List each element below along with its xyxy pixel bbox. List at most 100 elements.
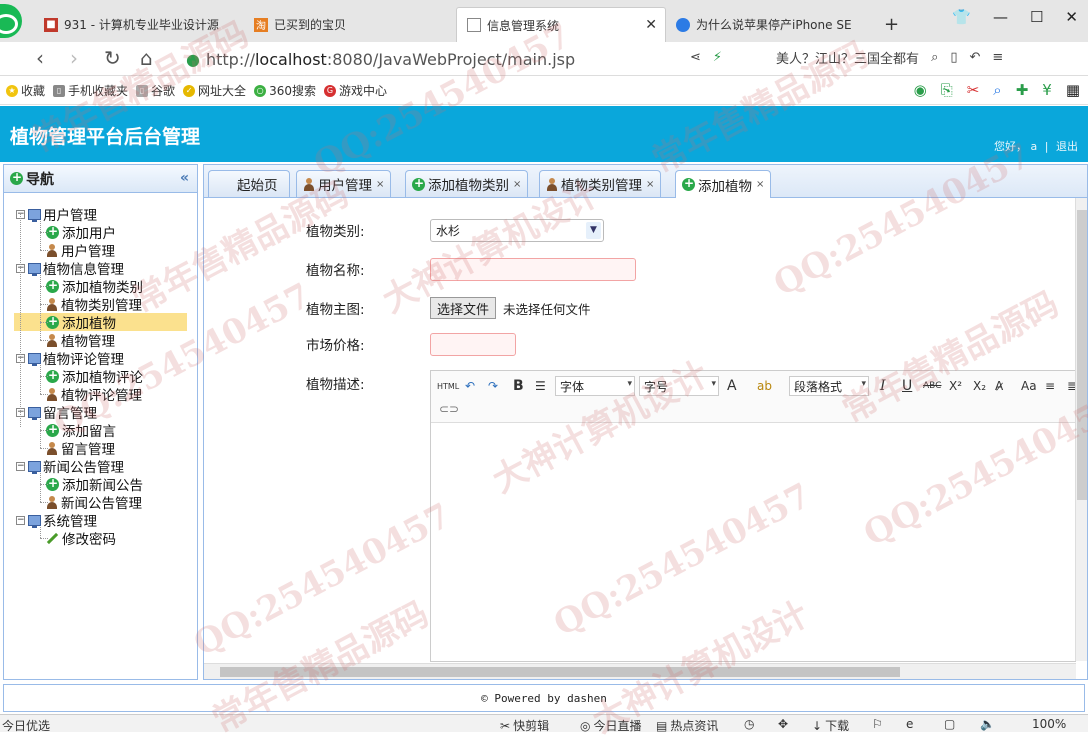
- ext-scissors-icon[interactable]: ✂: [967, 81, 980, 99]
- sidebar-item-1-1[interactable]: 植物类别管理: [14, 295, 142, 314]
- news-ticker[interactable]: 美人？江山？三国全都有: [776, 48, 919, 67]
- minimize-icon[interactable]: —: [993, 8, 1008, 26]
- refresh-icon[interactable]: ↻: [104, 46, 121, 70]
- sidebar-item-3-0[interactable]: 添加留言: [14, 421, 116, 440]
- plant-name-input[interactable]: [430, 258, 636, 281]
- sidebar-item-3-1[interactable]: 留言管理: [14, 439, 115, 458]
- browser-tab-4[interactable]: 为什么说苹果停产iPhone SE: [676, 7, 856, 42]
- close-tab-icon[interactable]: ✕: [645, 17, 657, 33]
- superscript-button[interactable]: X²: [949, 376, 962, 396]
- sidebar-item-4-0[interactable]: 添加新闻公告: [14, 475, 143, 494]
- bold-button[interactable]: B: [513, 376, 524, 396]
- status-item-download[interactable]: ↓ 下载: [812, 717, 849, 734]
- sidebar-item-2-0[interactable]: 添加植物评论: [14, 367, 143, 386]
- logout-link[interactable]: 退出: [1056, 140, 1078, 153]
- plant-type-select[interactable]: 水杉 ▼: [430, 219, 604, 242]
- shirt-icon[interactable]: 👕: [952, 8, 971, 26]
- sidebar-item-4-1[interactable]: 新闻公告管理: [14, 493, 142, 512]
- collapse-icon[interactable]: «: [180, 170, 189, 186]
- close-tab-icon[interactable]: ×: [646, 179, 654, 190]
- url-input[interactable]: ● http://localhost:8080/JavaWebProject/m…: [186, 46, 681, 72]
- bookmark-360search[interactable]: ○ 360搜索: [254, 82, 316, 99]
- paragraph-format-select[interactable]: 段落格式: [789, 376, 869, 396]
- window-close-icon[interactable]: ✕: [1065, 8, 1078, 26]
- maximize-icon[interactable]: ☐: [1030, 8, 1043, 26]
- font-color-button[interactable]: A: [727, 376, 737, 396]
- tab-category-management[interactable]: 植物类别管理 ×: [539, 170, 662, 197]
- lightning-icon[interactable]: ⚡: [713, 50, 722, 65]
- new-tab-button[interactable]: +: [884, 7, 899, 42]
- clear-format-icon[interactable]: A̷: [995, 376, 1003, 396]
- font-scale-icon[interactable]: Aa: [1021, 376, 1037, 396]
- editor-content-area[interactable]: [431, 423, 1076, 661]
- sidebar-item-1-0[interactable]: 添加植物类别: [14, 277, 143, 296]
- sidebar-group-3[interactable]: − 留言管理: [16, 403, 97, 422]
- ext-translate-icon[interactable]: ⎘: [941, 81, 953, 99]
- status-sound-icon[interactable]: 🔈: [980, 717, 995, 731]
- align-left-icon[interactable]: ≡: [1045, 376, 1055, 396]
- browser-tab-active[interactable]: 信息管理系统 ✕: [456, 7, 666, 42]
- tab-add-plant[interactable]: 添加植物×: [675, 170, 772, 198]
- status-item-news[interactable]: ▤ 热点资讯: [656, 717, 718, 734]
- paragraph-icon[interactable]: ☰: [535, 376, 546, 396]
- status-item-live[interactable]: ◎ 今日直播: [580, 717, 642, 734]
- status-tool-icon[interactable]: ✥: [778, 717, 788, 731]
- sidebar-group-4[interactable]: − 新闻公告管理: [16, 457, 124, 476]
- search-icon[interactable]: ⌕: [931, 50, 938, 65]
- vertical-scroll-thumb[interactable]: [1077, 210, 1087, 500]
- vertical-scrollbar[interactable]: [1075, 198, 1087, 661]
- browser-logo-icon[interactable]: [0, 4, 22, 38]
- close-tab-icon[interactable]: ×: [513, 179, 521, 190]
- price-input[interactable]: [430, 333, 516, 356]
- redo-icon[interactable]: ↷: [488, 376, 498, 396]
- bookmark-google[interactable]: ▯ 谷歌: [136, 82, 175, 99]
- horizontal-scrollbar[interactable]: [204, 663, 1076, 679]
- subscript-button[interactable]: X₂: [973, 376, 986, 396]
- forward-icon[interactable]: ›: [70, 46, 78, 70]
- close-tab-icon[interactable]: ×: [376, 179, 384, 190]
- collapse-toggle-icon[interactable]: −: [16, 461, 25, 471]
- home-icon[interactable]: ⌂: [140, 46, 153, 70]
- status-flag-icon[interactable]: ⚐: [872, 717, 883, 731]
- back-icon[interactable]: ‹: [36, 46, 44, 70]
- ext-game-icon[interactable]: ✚: [1016, 81, 1029, 99]
- close-tab-icon[interactable]: ×: [756, 179, 764, 190]
- collapse-toggle-icon[interactable]: −: [16, 515, 25, 525]
- sidebar-group-2[interactable]: − 植物评论管理: [16, 349, 124, 368]
- bookmark-games[interactable]: G 游戏中心: [323, 82, 387, 99]
- status-window-icon[interactable]: ▢: [944, 717, 955, 731]
- browser-tab-1[interactable]: ■ 931 - 计算机专业毕业设计源: [44, 7, 244, 42]
- undo-icon[interactable]: ↶: [970, 50, 981, 65]
- sidebar-group-0[interactable]: − 用户管理: [16, 205, 97, 224]
- status-item-clip[interactable]: ✂ 快剪辑: [500, 717, 549, 734]
- bookmark-mobile[interactable]: ▯ 手机收藏夹: [53, 82, 128, 99]
- ext-search-icon[interactable]: ⌕: [993, 81, 1001, 99]
- bookmark-sites[interactable]: ✓ 网址大全: [183, 82, 246, 99]
- choose-file-button[interactable]: 选择文件: [430, 297, 497, 319]
- ext-green-icon[interactable]: ◉: [914, 81, 927, 99]
- sidebar-group-5[interactable]: − 系统管理: [16, 511, 97, 530]
- share-icon[interactable]: ⋖: [690, 50, 701, 65]
- highlight-button[interactable]: ab: [757, 376, 772, 396]
- sidebar-item-1-3[interactable]: 植物管理: [14, 331, 115, 350]
- browser-tab-2[interactable]: 淘 已买到的宝贝: [254, 7, 454, 42]
- font-family-select[interactable]: 字体: [555, 376, 635, 396]
- horizontal-scroll-thumb[interactable]: [220, 667, 900, 677]
- status-clock-icon[interactable]: ◷: [744, 717, 754, 731]
- status-ie-icon[interactable]: e: [906, 717, 913, 731]
- sidebar-item-0-0[interactable]: 添加用户: [14, 223, 116, 242]
- zoom-level[interactable]: 100%: [1032, 717, 1066, 731]
- tab-user-management[interactable]: 用户管理 ×: [296, 170, 392, 197]
- phone-icon[interactable]: ▯: [950, 50, 957, 65]
- italic-button[interactable]: I: [880, 376, 886, 396]
- tab-home[interactable]: 起始页: [208, 170, 290, 197]
- sidebar-item-0-1[interactable]: 用户管理: [14, 241, 115, 260]
- tab-add-category[interactable]: 添加植物类别×: [405, 170, 529, 197]
- ext-money-icon[interactable]: ¥: [1042, 81, 1052, 99]
- undo-icon[interactable]: ↶: [465, 376, 475, 396]
- bookmark-favorites[interactable]: ★ 收藏: [6, 82, 45, 99]
- font-size-select[interactable]: 字号: [639, 376, 719, 396]
- menu-icon[interactable]: ≡: [992, 50, 1003, 65]
- status-left[interactable]: 今日优选: [2, 717, 50, 734]
- link-icon[interactable]: ⊂⊃: [439, 399, 459, 419]
